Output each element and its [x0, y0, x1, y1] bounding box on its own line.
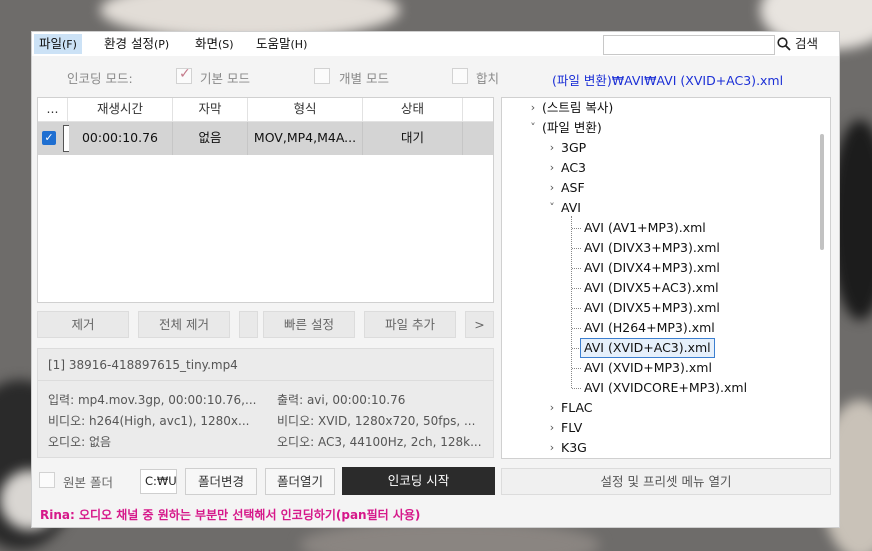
change-folder-button[interactable]: 폴더변경 — [185, 468, 257, 495]
encoder-window: 파일(F) 환경 설정(P) 화면(S) 도움말(H) 검색 인코딩 모드: 기… — [31, 31, 840, 528]
source-folder-label: 원본 폴더 — [63, 475, 113, 490]
tree-branch — [572, 308, 581, 309]
tree-node-flac[interactable]: FLAC — [561, 398, 593, 418]
cell-duration: 00:00:10.76 — [68, 122, 173, 155]
info-audio-in: 오디오: 없음 — [48, 435, 112, 449]
tree-branch — [572, 388, 581, 389]
output-folder-field[interactable]: C:₩Users — [140, 469, 177, 494]
tree-branch — [572, 268, 581, 269]
info-audio-out: 오디오: AC3, 44100Hz, 2ch, 128k... — [277, 435, 482, 449]
info-video-in: 비디오: h264(High, avc1), 1280x... — [48, 414, 250, 428]
chevron-right-icon[interactable]: › — [547, 158, 557, 178]
chevron-down-icon[interactable]: ˅ — [528, 118, 538, 138]
tree-node-k3g[interactable]: K3G — [561, 438, 587, 458]
basic-mode-checkbox[interactable] — [176, 66, 192, 84]
info-video-out: 비디오: XVID, 1280x720, 50fps, ... — [277, 414, 476, 428]
chevron-right-icon[interactable]: › — [547, 418, 557, 438]
start-encoding-button[interactable]: 인코딩 시작 — [342, 467, 495, 495]
merge-mode-checkbox[interactable] — [452, 68, 468, 84]
tree-node-file-convert[interactable]: (파일 변환) — [542, 118, 602, 138]
col-menu[interactable]: ... — [38, 98, 68, 122]
tree-branch — [572, 288, 581, 289]
search-label: 검색 — [794, 36, 818, 51]
tree-branch — [572, 368, 581, 369]
search-input[interactable] — [603, 35, 775, 55]
preset-avi-divx3-mp3[interactable]: AVI (DIVX3+MP3).xml — [584, 238, 720, 258]
chevron-right-icon[interactable]: › — [528, 98, 538, 118]
chevron-right-icon[interactable]: › — [547, 398, 557, 418]
preset-avi-divx5-mp3[interactable]: AVI (DIVX5+MP3).xml — [584, 298, 720, 318]
search-icon — [777, 37, 791, 51]
tree-node-stream-copy[interactable]: (스트림 복사) — [542, 98, 613, 118]
col-subtitle[interactable]: 자막 — [173, 98, 248, 122]
tree-guide-line — [571, 216, 572, 388]
col-format[interactable]: 형식 — [248, 98, 363, 122]
tree-node-flv[interactable]: FLV — [561, 418, 582, 438]
add-file-button[interactable]: 파일 추가 — [364, 311, 456, 338]
menu-help[interactable]: 도움말(H) — [251, 34, 312, 54]
source-folder-checkbox[interactable] — [39, 472, 55, 488]
individual-mode-label: 개별 모드 — [339, 71, 389, 86]
preset-avi-xvid-mp3[interactable]: AVI (XVID+MP3).xml — [584, 358, 712, 378]
quick-settings-button[interactable]: 빠른 설정 — [263, 311, 355, 338]
preset-avi-divx4-mp3[interactable]: AVI (DIVX4+MP3).xml — [584, 258, 720, 278]
cell-subtitle: 없음 — [173, 122, 248, 155]
preset-avi-divx5-ac3[interactable]: AVI (DIVX5+AC3).xml — [584, 278, 719, 298]
preset-avi-xvidcore-mp3[interactable]: AVI (XVIDCORE+MP3).xml — [584, 378, 747, 398]
row-checkbox[interactable]: ✓ — [42, 131, 56, 145]
cell-format: MOV,MP4,M4A... — [248, 122, 363, 155]
preset-avi-h264-mp3[interactable]: AVI (H264+MP3).xml — [584, 318, 715, 338]
menu-preferences[interactable]: 환경 설정(P) — [99, 34, 174, 54]
individual-mode-checkbox[interactable] — [314, 68, 330, 84]
tree-branch — [572, 248, 581, 249]
menu-bar: 파일(F) 환경 설정(P) 화면(S) 도움말(H) 검색 — [32, 32, 839, 56]
info-output: 출력: avi, 00:00:10.76 — [277, 393, 406, 407]
info-input: 입력: mp4.mov.3gp, 00:00:10.76,... — [48, 393, 257, 407]
preset-path: (파일 변환)₩AVI₩AVI (XVID+AC3).xml — [552, 73, 784, 88]
tree-node-asf[interactable]: ASF — [561, 178, 585, 198]
table-header: ... 재생시간 자막 형식 상태 — [38, 98, 493, 122]
basic-mode-label: 기본 모드 — [200, 71, 250, 86]
tree-node-ac3[interactable]: AC3 — [561, 158, 586, 178]
menu-file[interactable]: 파일(F) — [34, 34, 82, 54]
search-button[interactable]: 검색 — [777, 34, 818, 54]
encoding-mode-label: 인코딩 모드: — [67, 71, 133, 86]
open-folder-button[interactable]: 폴더열기 — [265, 468, 335, 495]
chevron-right-icon[interactable]: › — [547, 178, 557, 198]
tree-branch — [572, 328, 581, 329]
tree-node-3gp[interactable]: 3GP — [561, 138, 586, 158]
menu-view[interactable]: 화면(S) — [190, 34, 239, 54]
cell-status: 대기 — [363, 122, 463, 155]
preset-avi-av1-mp3[interactable]: AVI (AV1+MP3).xml — [584, 218, 706, 238]
remove-all-button[interactable]: 전체 제거 — [138, 311, 230, 338]
status-message: Rina: 오디오 채널 중 원하는 부분만 선택해서 인코딩하기(pan필터 … — [40, 508, 421, 522]
merge-mode-label: 합치 — [476, 71, 498, 86]
tree-scrollbar[interactable] — [820, 134, 824, 250]
file-table: ... 재생시간 자막 형식 상태 ✓ 00:00:10.76 없음 MOV,M… — [37, 97, 494, 303]
tree-node-avi[interactable]: AVI — [561, 198, 581, 218]
chevron-right-icon[interactable]: › — [547, 438, 557, 458]
col-empty — [463, 98, 495, 122]
info-divider — [38, 380, 493, 381]
open-settings-menu-button[interactable]: 설정 및 프리셋 메뉴 열기 — [501, 468, 831, 495]
preset-tree: › (스트림 복사) ˅ (파일 변환) › 3GP › AC3 › ASF ˅… — [501, 97, 831, 459]
table-row[interactable]: ✓ 00:00:10.76 없음 MOV,MP4,M4A... 대기 — [38, 122, 493, 155]
tree-branch — [572, 228, 581, 229]
chevron-down-icon[interactable]: ˅ — [547, 198, 557, 218]
preset-avi-xvid-ac3-selected[interactable]: AVI (XVID+AC3).xml — [580, 338, 715, 358]
remove-button[interactable]: 제거 — [37, 311, 129, 338]
file-info-panel: [1] 38916-418897615_tiny.mp4 입력: mp4.mov… — [37, 348, 494, 458]
chevron-right-icon[interactable]: › — [547, 138, 557, 158]
spacer-button[interactable] — [239, 311, 258, 338]
info-file-name: [1] 38916-418897615_tiny.mp4 — [48, 358, 238, 372]
col-status[interactable]: 상태 — [363, 98, 463, 122]
more-button[interactable]: > — [465, 311, 494, 338]
col-duration[interactable]: 재생시간 — [68, 98, 173, 122]
